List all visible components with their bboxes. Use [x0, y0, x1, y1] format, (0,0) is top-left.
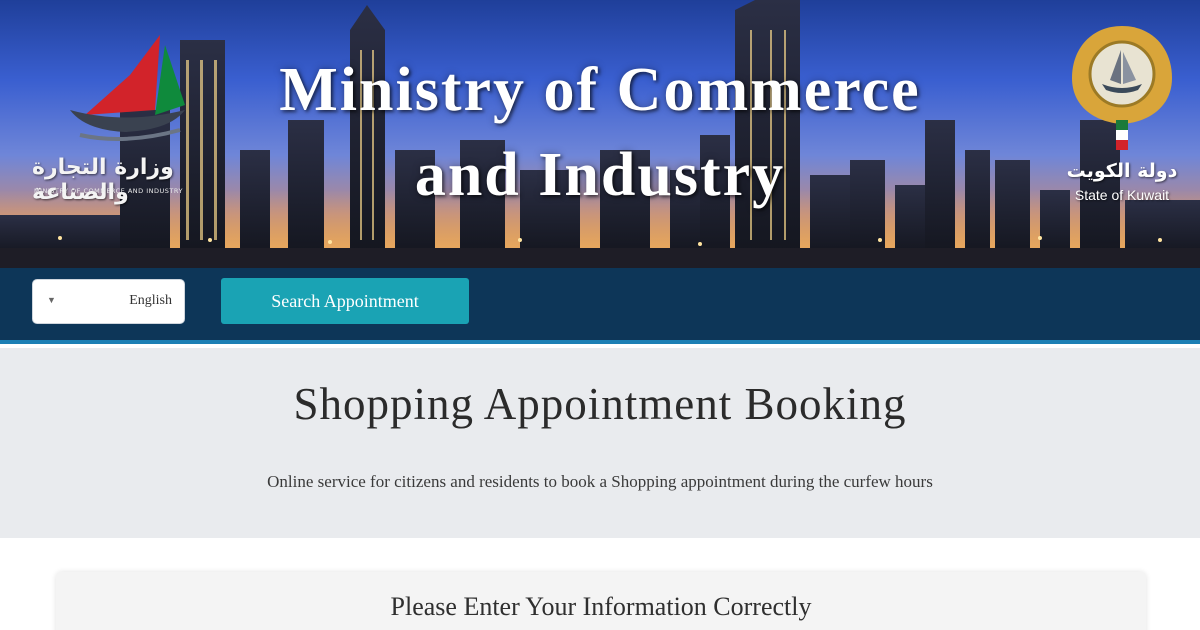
form-title: Please Enter Your Information Correctly	[390, 592, 812, 621]
kuwait-emblem-icon	[1072, 26, 1172, 150]
banner-title-line1: Ministry of Commerce	[279, 56, 921, 124]
nav-bar: ▼ English Search Appointment	[0, 268, 1200, 344]
state-name-arabic: دولة الكويت	[1066, 160, 1178, 182]
caret-down-icon: ▼	[47, 295, 56, 305]
search-appointment-button[interactable]: Search Appointment	[221, 278, 469, 324]
page-subtitle: Online service for citizens and resident…	[267, 472, 933, 491]
language-select-value: English	[129, 293, 172, 308]
language-select[interactable]: ▼ English	[32, 279, 185, 324]
information-form-card: Please Enter Your Information Correctly	[56, 572, 1146, 630]
hero-section: Shopping Appointment Booking Online serv…	[0, 348, 1200, 538]
state-name-english: State of Kuwait	[1074, 187, 1170, 203]
banner-title-line2: and Industry	[414, 141, 786, 209]
header-banner: وزارة التجارة والصناعة MINISTRY OF COMME…	[0, 0, 1200, 268]
page-title: Shopping Appointment Booking	[293, 379, 907, 429]
